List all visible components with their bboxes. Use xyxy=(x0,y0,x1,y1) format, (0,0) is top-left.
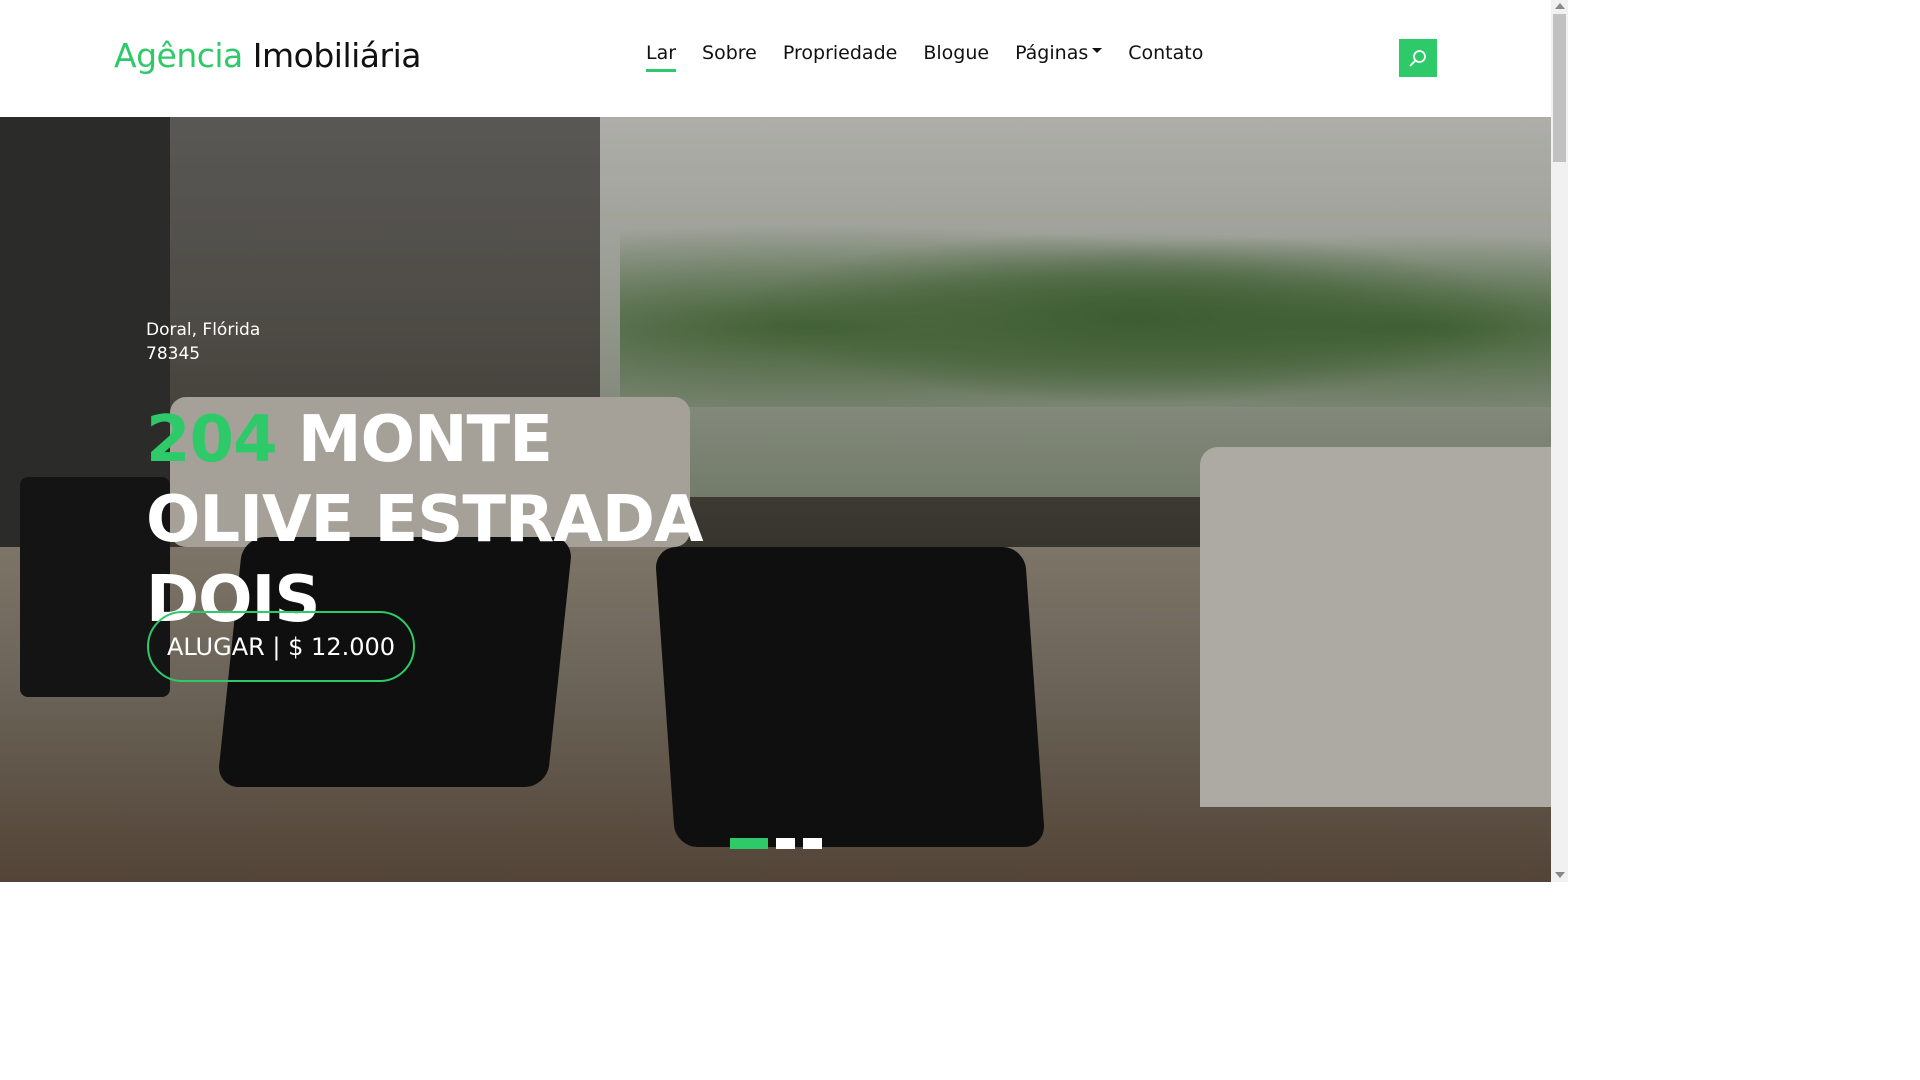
chevron-down-icon xyxy=(1092,48,1103,53)
nav-item-contato[interactable]: Contato xyxy=(1128,42,1203,70)
nav-item-paginas[interactable]: Páginas xyxy=(1015,42,1103,70)
carousel-dot-3[interactable] xyxy=(803,838,822,849)
main-nav: Lar Sobre Propriedade Blogue Páginas Con… xyxy=(646,42,1229,72)
brand-rest-text: Imobiliária xyxy=(252,36,422,75)
scroll-down-icon[interactable] xyxy=(1555,872,1565,878)
search-icon xyxy=(1409,50,1426,67)
hero-location: Doral, Flórida 78345 xyxy=(146,318,286,366)
hero-title-line1: MONTE xyxy=(297,403,553,477)
nav-item-paginas-label: Páginas xyxy=(1015,42,1089,64)
brand-accent-text: Agência xyxy=(114,36,243,75)
nav-item-propriedade[interactable]: Propriedade xyxy=(783,42,897,70)
hero-location-city: Doral, Flórida xyxy=(146,320,261,340)
carousel-dot-2[interactable] xyxy=(776,838,795,849)
rent-price-button[interactable]: ALUGAR | $ 12.000 xyxy=(147,611,415,682)
nav-item-blogue[interactable]: Blogue xyxy=(923,42,989,70)
hero-title-number: 204 xyxy=(146,403,278,477)
carousel-dot-1[interactable] xyxy=(730,838,768,849)
hero-location-zip: 78345 xyxy=(146,344,201,364)
search-button[interactable] xyxy=(1399,39,1437,77)
scroll-up-icon[interactable] xyxy=(1555,3,1565,9)
nav-item-sobre[interactable]: Sobre xyxy=(702,42,757,70)
carousel-indicators xyxy=(730,838,822,849)
hero-carousel: Doral, Flórida 78345 204 MONTE OLIVE EST… xyxy=(0,117,1551,882)
page-scrollbar[interactable] xyxy=(1551,0,1568,882)
scrollbar-thumb[interactable] xyxy=(1553,14,1566,162)
brand-logo[interactable]: Agência Imobiliária xyxy=(114,36,421,75)
hero-title: 204 MONTE OLIVE ESTRADA DOIS xyxy=(146,400,866,640)
site-header: Agência Imobiliária Lar Sobre Propriedad… xyxy=(0,0,1551,117)
nav-item-lar[interactable]: Lar xyxy=(646,42,677,72)
